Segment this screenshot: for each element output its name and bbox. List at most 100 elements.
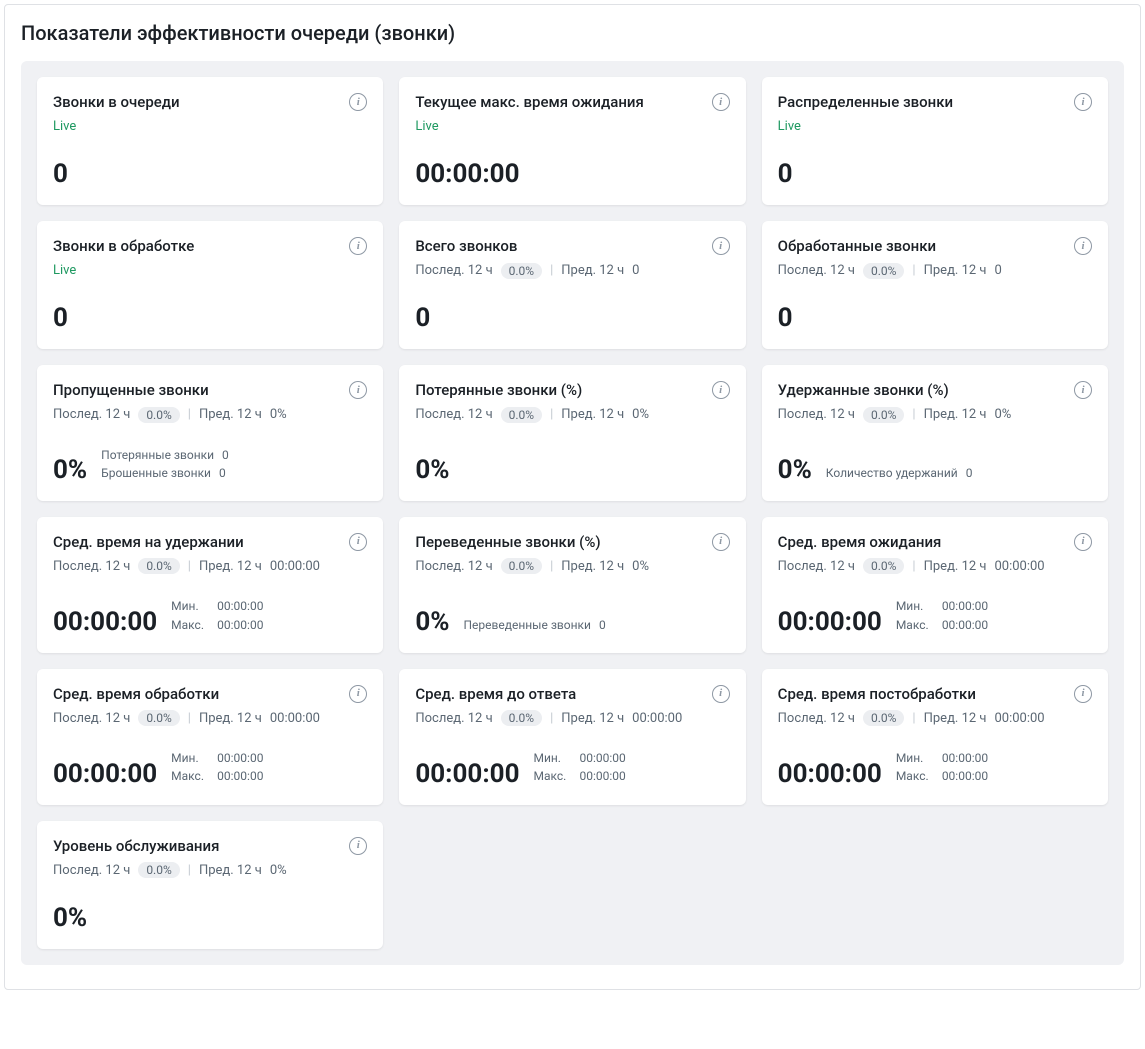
card-head: Сред. время ожидания i <box>778 533 1092 553</box>
primary-value: 00:00:00 <box>53 609 157 635</box>
detail-label: Количество удержаний <box>826 465 958 481</box>
card-body: 0% Количество удержаний 0 <box>778 433 1092 483</box>
prev12h-label: Пред. 12 ч <box>561 559 624 574</box>
card-body: 00:00:00Мин.00:00:00Макс.00:00:00 <box>778 726 1092 786</box>
max-label: Макс. <box>171 768 209 784</box>
info-icon[interactable]: i <box>712 93 730 111</box>
minmax-details: Мин.00:00:00Макс.00:00:00 <box>171 750 263 786</box>
card-body: 0 <box>53 137 367 187</box>
separator: | <box>188 559 191 574</box>
primary-value: 0% <box>415 609 449 635</box>
info-icon[interactable]: i <box>712 533 730 551</box>
separator: | <box>550 711 553 726</box>
card-head: Всего звонковi <box>415 237 729 257</box>
primary-value: 00:00:00 <box>53 761 157 787</box>
primary-value: 0 <box>415 305 430 331</box>
prev12h-label: Пред. 12 ч <box>199 711 262 726</box>
max-value: 00:00:00 <box>217 617 263 633</box>
min-label: Мин. <box>896 598 934 614</box>
prev12h-label: Пред. 12 ч <box>561 263 624 278</box>
card-head: Звонки в очередиi <box>53 93 367 113</box>
stats-subline: Послед. 12 ч0.0%|Пред. 12 ч0% <box>778 407 1092 423</box>
card-head: Сред. время постобработкиi <box>778 685 1092 705</box>
change-pill: 0.0% <box>501 558 542 574</box>
prev12h-label: Пред. 12 ч <box>199 863 262 878</box>
minmax-details: Мин.00:00:00Макс.00:00:00 <box>171 598 263 634</box>
prev12h-label: Пред. 12 ч <box>199 407 262 422</box>
kpi-card-avg-acw-time: Сред. время постобработкиiПослед. 12 ч0.… <box>762 669 1108 805</box>
card-title: Сред. время обработки <box>53 685 219 705</box>
info-icon[interactable]: i <box>1074 93 1092 111</box>
detail-value: 0 <box>222 447 229 463</box>
detail-value: 0 <box>966 465 973 481</box>
min-value: 00:00:00 <box>217 750 263 766</box>
info-icon[interactable]: i <box>349 685 367 703</box>
primary-value: 0% <box>778 457 812 483</box>
card-head: Потерянные звонки (%)i <box>415 381 729 401</box>
info-icon[interactable]: i <box>1074 685 1092 703</box>
info-icon[interactable]: i <box>1074 533 1092 551</box>
separator: | <box>188 863 191 878</box>
stats-subline: Послед. 12 ч0.0%|Пред. 12 ч00:00:00 <box>778 710 1092 726</box>
min-value: 00:00:00 <box>579 750 625 766</box>
change-pill: 0.0% <box>863 558 904 574</box>
stats-subline: Послед. 12 ч0.0%|Пред. 12 ч00:00:00 <box>415 710 729 726</box>
prev12h-label: Пред. 12 ч <box>924 711 987 726</box>
primary-value: 0% <box>415 457 449 483</box>
panel-title: Показатели эффективности очереди (звонки… <box>21 21 1124 45</box>
card-body: 0% <box>415 433 729 483</box>
separator: | <box>912 263 915 278</box>
info-icon[interactable]: i <box>1074 381 1092 399</box>
stats-subline: Послед. 12 ч0.0%|Пред. 12 ч0 <box>415 263 729 279</box>
card-title: Пропущенные звонки <box>53 381 209 401</box>
stats-subline: Послед. 12 ч0.0%|Пред. 12 ч00:00:00 <box>53 710 367 726</box>
info-icon[interactable]: i <box>349 93 367 111</box>
last12h-label: Послед. 12 ч <box>415 559 492 574</box>
prev12h-value: 00:00:00 <box>994 559 1044 574</box>
card-head: Распределенные звонкиi <box>778 93 1092 113</box>
kpi-card-total-calls: Всего звонковi Послед. 12 ч0.0%|Пред. 12 … <box>399 221 745 349</box>
card-title: Уровень обслуживания <box>53 837 219 857</box>
change-pill: 0.0% <box>501 710 542 726</box>
card-body: 00:00:00Мин.00:00:00Макс.00:00:00 <box>778 574 1092 634</box>
min-label: Мин. <box>896 750 934 766</box>
last12h-label: Послед. 12 ч <box>778 263 855 278</box>
info-icon[interactable]: i <box>712 237 730 255</box>
max-label: Макс. <box>171 617 209 633</box>
info-icon[interactable]: i <box>712 381 730 399</box>
card-body: 0 <box>415 281 729 331</box>
stats-subline: Послед. 12 ч0.0%|Пред. 12 ч0% <box>415 558 729 574</box>
card-head: Текущее макс. время ожидания i <box>415 93 729 113</box>
change-pill: 0.0% <box>863 263 904 279</box>
info-icon[interactable]: i <box>1074 237 1092 255</box>
card-head: Сред. время на удержании i <box>53 533 367 553</box>
min-label: Мин. <box>171 750 209 766</box>
prev12h-value: 00:00:00 <box>994 711 1044 726</box>
prev12h-label: Пред. 12 ч <box>924 559 987 574</box>
card-title: Текущее макс. время ожидания <box>415 93 643 113</box>
card-title: Сред. время до ответа <box>415 685 576 705</box>
prev12h-value: 00:00:00 <box>270 559 320 574</box>
primary-value: 0 <box>53 305 68 331</box>
stats-subline: Послед. 12 ч0.0%|Пред. 12 ч00:00:00 <box>778 558 1092 574</box>
card-body: 0 <box>778 137 1092 187</box>
info-icon[interactable]: i <box>712 685 730 703</box>
card-grid-wrap: Звонки в очередиiLive0 Текущее макс. врем… <box>21 61 1124 965</box>
card-title: Сред. время на удержании <box>53 533 244 553</box>
card-title: Сред. время ожидания <box>778 533 942 553</box>
detail-label: Брошенные звонки <box>101 465 211 481</box>
info-icon[interactable]: i <box>349 533 367 551</box>
minmax-details: Мин.00:00:00Макс.00:00:00 <box>896 750 988 786</box>
info-icon[interactable]: i <box>349 237 367 255</box>
primary-value: 0 <box>53 161 68 187</box>
minmax-details: Мин.00:00:00Макс.00:00:00 <box>896 598 988 634</box>
separator: | <box>912 407 915 422</box>
info-icon[interactable]: i <box>349 381 367 399</box>
info-icon[interactable]: i <box>349 837 367 855</box>
last12h-label: Послед. 12 ч <box>53 407 130 422</box>
card-head: Сред. время обработки i <box>53 685 367 705</box>
last12h-label: Послед. 12 ч <box>415 263 492 278</box>
kpi-card-calls-in-queue: Звонки в очередиiLive0 <box>37 77 383 205</box>
prev12h-value: 0 <box>994 263 1001 278</box>
card-body: 00:00:00Мин.00:00:00Макс.00:00:00 <box>415 726 729 786</box>
